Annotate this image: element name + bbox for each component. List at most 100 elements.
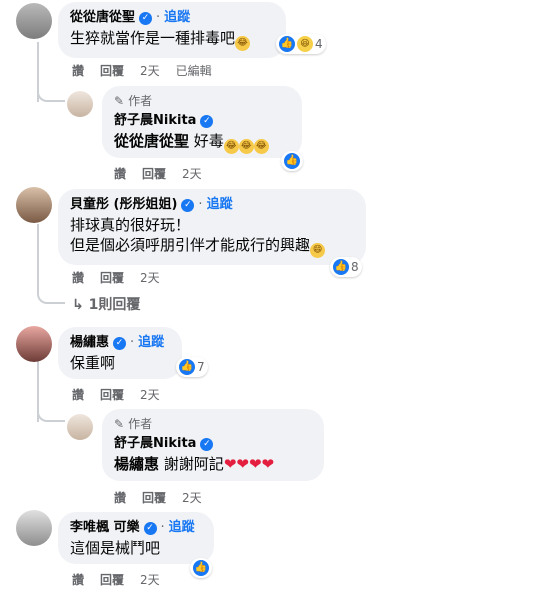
like-reaction-icon: 👍 [279, 36, 295, 52]
comment-actions: 讚 回覆 2天 [114, 165, 202, 182]
reply-bubble: ✎ 作者 舒子晨Nikita ✓ 楊繡惠 謝謝阿記❤❤❤❤ [102, 409, 324, 481]
commenter-name[interactable]: 從從唐從聖 [70, 10, 135, 26]
view-replies-link[interactable]: ↳ 1則回覆 [72, 294, 140, 314]
edited-label: 已編輯 [175, 64, 212, 78]
timestamp[interactable]: 2天 [182, 165, 202, 182]
commenter-name[interactable]: 楊繡惠 [70, 335, 109, 351]
reaction-count: 8 [351, 260, 359, 274]
timestamp[interactable]: 2天 [182, 489, 202, 506]
reaction-count: 7 [197, 360, 205, 374]
laughing-emoji-icon: 😂 [238, 139, 254, 154]
comment-actions: 讚 回覆 2天 [114, 489, 202, 506]
comment-bubble: 從從唐從聖 ✓ · 追蹤 生猝就當作是一種排毒吧 😂 [58, 2, 286, 58]
reaction-count: 4 [315, 37, 323, 51]
comment-text-body: 好毒 [193, 132, 224, 150]
like-button[interactable]: 讚 [114, 165, 126, 182]
author-badge: 作者 [128, 94, 153, 108]
reaction-summary[interactable]: 👍 8 [330, 257, 362, 277]
reaction-summary[interactable]: 👍 7 [176, 357, 208, 377]
separator-dot: · [130, 335, 135, 350]
separator-dot: · [156, 10, 161, 25]
avatar[interactable] [67, 414, 93, 440]
comment-text: 從從唐從聖 好毒 😂 😂 😂 [114, 131, 290, 154]
reaction-summary[interactable]: 👍 😆 4 [276, 34, 326, 54]
comment-text-body: 但是個必須呼朋引伴才能成行的興趣 [70, 236, 311, 254]
comment-bubble: 李唯楓 可樂 ✓ · 追蹤 這個是械鬥吧 [58, 512, 214, 564]
comment-actions: 讚 回覆 2天 已編輯 [72, 62, 212, 79]
haha-reaction-icon: 😆 [297, 36, 313, 52]
verified-icon: ✓ [181, 198, 195, 212]
separator-dot: · [160, 520, 165, 535]
avatar[interactable] [16, 3, 52, 39]
verified-icon: ✓ [143, 521, 157, 535]
timestamp[interactable]: 2天 [140, 386, 160, 403]
grinning-emoji-icon: 😄 [310, 243, 326, 258]
avatar[interactable] [16, 510, 52, 546]
like-button[interactable]: 讚 [114, 489, 126, 506]
reply-bubble: ✎ 作者 舒子晨Nikita ✓ 從從唐從聖 好毒 😂 😂 😂 [102, 86, 302, 158]
comment-bubble: 楊繡惠 ✓ · 追蹤 保重啊 [58, 327, 182, 379]
like-reaction-icon: 👍 [193, 560, 209, 576]
heart-emoji-icon: ❤ [261, 455, 275, 473]
like-reaction-icon: 👍 [179, 359, 195, 375]
avatar[interactable] [16, 187, 52, 223]
like-button[interactable]: 讚 [72, 386, 84, 403]
reply-button[interactable]: 回覆 [142, 489, 166, 506]
timestamp[interactable]: 2天 [140, 62, 160, 79]
comment-text: 但是個必須呼朋引伴才能成行的興趣 😄 [70, 235, 354, 258]
comment-bubble: 貝童彤 (彤彤姐姐) ✓ · 追蹤 排球真的很好玩！ 但是個必須呼朋引伴才能成行… [58, 189, 366, 265]
laughing-emoji-icon: 😂 [223, 139, 239, 154]
reaction-summary[interactable]: 👍 [190, 558, 212, 578]
laughing-emoji-icon: 😂 [235, 36, 251, 51]
comment-actions: 讚 回覆 2天 [72, 571, 160, 588]
follow-button[interactable]: 追蹤 [138, 335, 164, 351]
follow-button[interactable]: 追蹤 [164, 10, 190, 26]
comment-actions: 讚 回覆 2天 [72, 386, 160, 403]
reply-button[interactable]: 回覆 [100, 62, 124, 79]
comment-text-body: 謝謝阿記 [163, 455, 224, 473]
avatar[interactable] [67, 91, 93, 117]
mention-link[interactable]: 從從唐從聖 [114, 132, 189, 150]
pencil-icon: ✎ [114, 417, 125, 431]
mention-link[interactable]: 楊繡惠 [114, 455, 159, 473]
reaction-summary[interactable]: 👍 [281, 151, 303, 171]
reply-button[interactable]: 回覆 [100, 269, 124, 286]
like-button[interactable]: 讚 [72, 571, 84, 588]
verified-icon: ✓ [200, 114, 214, 128]
follow-button[interactable]: 追蹤 [169, 520, 195, 536]
reply-button[interactable]: 回覆 [100, 571, 124, 588]
comment-text: 保重啊 [70, 354, 116, 372]
reply-button[interactable]: 回覆 [100, 386, 124, 403]
timestamp[interactable]: 2天 [140, 269, 160, 286]
reply-arrow-icon: ↳ [72, 297, 84, 313]
commenter-name[interactable]: 李唯楓 可樂 [70, 520, 140, 536]
pencil-icon: ✎ [114, 94, 125, 108]
separator-dot: · [198, 197, 203, 212]
like-button[interactable]: 讚 [72, 269, 84, 286]
replies-count-label: 1則回覆 [88, 297, 141, 313]
heart-emoji-icon: ❤ [236, 455, 249, 473]
thread-curve [37, 60, 65, 102]
thread-curve [37, 380, 65, 422]
heart-emoji-icon: ❤ [248, 455, 262, 473]
heart-emoji-icon: ❤ [223, 455, 237, 473]
comment-text: 這個是械鬥吧 [70, 539, 161, 557]
laughing-emoji-icon: 😂 [253, 139, 269, 154]
avatar[interactable] [16, 326, 52, 362]
follow-button[interactable]: 追蹤 [207, 197, 233, 213]
commenter-name[interactable]: 貝童彤 (彤彤姐姐) [70, 197, 177, 213]
timestamp[interactable]: 2天 [140, 571, 160, 588]
comment-text-body: 生猝就當作是一種排毒吧 [70, 29, 236, 47]
commenter-name[interactable]: 舒子晨Nikita [114, 436, 196, 452]
comment-text: 生猝就當作是一種排毒吧 😂 [70, 28, 274, 51]
like-reaction-icon: 👍 [284, 153, 300, 169]
reply-button[interactable]: 回覆 [142, 165, 166, 182]
verified-icon: ✓ [113, 336, 127, 350]
comment-actions: 讚 回覆 2天 [72, 269, 160, 286]
comment-text: 楊繡惠 謝謝阿記❤❤❤❤ [114, 454, 312, 474]
like-button[interactable]: 讚 [72, 62, 84, 79]
verified-icon: ✓ [200, 437, 214, 451]
commenter-name[interactable]: 舒子晨Nikita [114, 113, 196, 129]
author-badge: 作者 [128, 417, 153, 431]
verified-icon: ✓ [139, 11, 153, 25]
